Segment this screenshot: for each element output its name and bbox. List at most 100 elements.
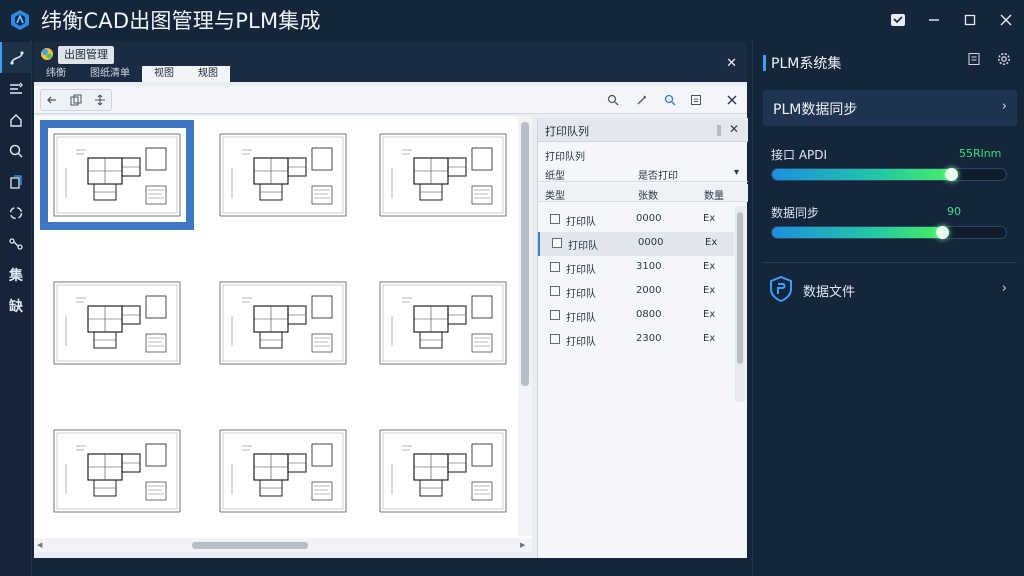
settings-gear-icon[interactable] [997,52,1013,68]
drawing-sheet-preview [48,424,186,518]
queue-row-name: 打印队 [566,217,596,228]
minimize-button[interactable] [916,5,952,35]
drawing-thumbnail[interactable] [206,120,360,230]
col-count-header[interactable]: 张数 [638,187,658,202]
drawing-sheet-preview [374,128,512,222]
share-icon[interactable] [0,228,32,259]
scroll-left-icon[interactable]: ◀ [37,541,42,549]
print-queue-header: 打印队列 ✕ [538,118,748,142]
copy-icon[interactable] [66,90,86,110]
queue-column-header: 类型 张数 数量 [538,184,748,202]
queue-filter-row: 纸型 是否打印 ▾ [538,164,748,182]
sync-progress-bar [771,226,1007,239]
sync-metric-label: 数据同步 [771,206,820,220]
close-window-button[interactable] [988,5,1024,35]
filter-dropdown[interactable]: 是否打印 [638,167,678,182]
drawing-thumbnail-grid: ◀ ▶ [34,116,532,552]
queue-row-checkbox[interactable] [552,238,562,248]
move-icon[interactable] [90,90,110,110]
horizontal-scroll-thumb[interactable] [192,542,308,549]
subtab-1[interactable]: 纬衡 [34,66,78,82]
queue-row[interactable]: 打印队 0800 Ex [538,304,734,328]
maximize-button[interactable] [952,5,988,35]
queue-row[interactable]: 打印队 2300 Ex [538,328,734,352]
layers-icon[interactable] [0,73,32,104]
panel-accent-bar [763,55,766,71]
data-files-row[interactable]: 数据文件 › [763,270,1017,310]
pin-icon[interactable] [717,125,721,136]
scroll-right-icon[interactable]: ▶ [520,541,525,549]
route-icon[interactable] [0,42,32,73]
queue-row-name: 打印队 [568,241,598,252]
queue-row-checkbox[interactable] [550,262,560,272]
queue-row-checkbox[interactable] [550,286,560,296]
queue-row-format: Ex [703,333,716,344]
rail-text-item-1[interactable]: 集 [0,259,32,290]
sync-metric-value: 90 [947,205,961,218]
print-queue-title: 打印队列 [545,125,589,138]
drawing-sheet-preview [374,424,512,518]
queue-row-checkbox[interactable] [550,310,560,320]
sync-icon[interactable] [0,197,32,228]
drawing-sheet-preview [48,276,186,370]
files-icon[interactable] [0,166,32,197]
horizontal-scrollbar[interactable]: ◀ ▶ [34,538,532,552]
drawing-sheet-preview [214,276,352,370]
queue-row[interactable]: 打印队 2000 Ex [538,280,734,304]
subtab-3[interactable]: 视图 [142,66,186,82]
drawing-thumbnail[interactable] [366,268,520,378]
queue-scrollbar[interactable] [735,206,745,402]
close-view-icon[interactable] [722,90,742,110]
chevron-right-icon: › [1001,99,1007,114]
plm-panel: PLM系统集 PLM数据同步 › 接口 APDI 55Rlnm 数据同步 90 … [752,40,1024,576]
filter-label: 纸型 [545,171,565,182]
queue-row[interactable]: 打印队 3100 Ex [538,256,734,280]
search-icon[interactable] [0,135,32,166]
sync-progress-fill [772,227,943,238]
document-app-icon [41,48,53,60]
feedback-icon[interactable] [880,5,916,35]
export-icon[interactable] [686,90,706,110]
plm-sync-label: PLM数据同步 [773,102,858,118]
view-toolbar [34,86,747,114]
api-metric-value: 55Rlnm [959,147,1002,160]
close-queue-icon[interactable]: ✕ [729,122,739,136]
queue-row-count: 0000 [638,237,664,248]
vertical-scrollbar[interactable] [518,116,532,536]
drawing-sheet-preview [374,276,512,370]
queue-row[interactable]: 打印队 0000 Ex [538,208,734,232]
home-icon[interactable] [0,104,32,135]
drawing-thumbnail[interactable] [366,416,520,526]
drawing-thumbnail[interactable] [206,268,360,378]
drawing-thumbnail[interactable] [40,416,194,526]
subtab-2[interactable]: 图纸清单 [78,66,142,82]
drawing-thumbnail[interactable] [40,268,194,378]
queue-scroll-thumb[interactable] [737,212,743,364]
document-list-icon[interactable] [967,52,983,68]
print-queue-panel: 打印队列 ✕ 打印队列 纸型 是否打印 ▾ 类型 张数 数量 打印队 0000 Ex… [537,118,748,558]
drawing-thumbnail[interactable] [40,120,194,230]
subtab-4[interactable]: 规图 [186,66,230,82]
queue-row-format: Ex [703,309,716,320]
plm-sync-card[interactable]: PLM数据同步 › [763,90,1017,126]
drawing-sheet-preview [214,128,352,222]
col-qty-header[interactable]: 数量 [704,187,724,202]
queue-row-checkbox[interactable] [550,334,560,344]
vertical-scroll-thumb[interactable] [521,122,529,386]
drawing-thumbnail[interactable] [206,416,360,526]
close-panel-button[interactable]: ✕ [726,56,737,71]
pen-icon[interactable] [632,90,652,110]
col-type-header[interactable]: 类型 [545,187,565,202]
back-arrow-icon[interactable] [42,90,62,110]
queue-row-checkbox[interactable] [550,214,560,224]
find-icon[interactable] [660,90,680,110]
chevron-down-icon[interactable]: ▾ [734,167,739,178]
zoom-icon[interactable] [603,90,623,110]
rail-text-item-2[interactable]: 缺 [0,290,32,321]
document-tab[interactable]: 出图管理 [58,46,114,64]
panel-divider [763,262,1017,263]
drawing-thumbnail[interactable] [366,120,520,230]
queue-row-name: 打印队 [566,289,596,300]
drawing-sheet-preview [214,424,352,518]
queue-row[interactable]: 打印队 0000 Ex [538,232,734,256]
